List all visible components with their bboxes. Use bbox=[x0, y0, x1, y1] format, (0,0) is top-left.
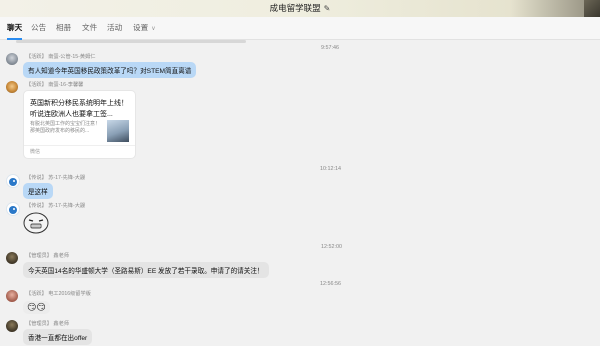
tab-bar: 聊天 公告 相册 文件 活动 设置 ∨ bbox=[0, 17, 600, 40]
bird-avatar-icon bbox=[9, 178, 17, 186]
message-bubble[interactable]: 香港一直都在出offer bbox=[23, 329, 93, 345]
bird-avatar-icon bbox=[9, 206, 17, 214]
avatar[interactable] bbox=[6, 290, 18, 302]
avatar[interactable] bbox=[6, 320, 18, 332]
sender-name: 【管理员】 鑫老师 bbox=[26, 253, 69, 259]
tab-label: 活动 bbox=[107, 23, 123, 32]
message-bubble[interactable]: 今天英国14名的华盛顿大学（圣路易斯）EE 发放了若干录取。申请了的请关注！ bbox=[23, 262, 269, 278]
avatar[interactable] bbox=[6, 81, 18, 93]
tab-label: 聊天 bbox=[7, 23, 23, 32]
tab-label: 设置 bbox=[133, 23, 149, 32]
tab-album[interactable]: 相册 bbox=[56, 22, 71, 38]
timestamp: 12:56:56 bbox=[320, 281, 341, 287]
emoji-message[interactable]: 😏😏 bbox=[23, 301, 50, 314]
avatar[interactable] bbox=[6, 252, 18, 264]
group-name: 成电留学联盟 bbox=[269, 3, 321, 13]
window-title[interactable]: 成电留学联盟 ✎ bbox=[0, 2, 600, 14]
tab-label: 相册 bbox=[56, 23, 72, 32]
tab-label: 文件 bbox=[82, 23, 98, 32]
card-thumbnail bbox=[107, 120, 129, 142]
card-source: 微信 bbox=[30, 149, 41, 155]
sender-name: 【传说】 苏-17-先锋-大鼹 bbox=[26, 203, 86, 209]
sender-name: 【管理员】 鑫老师 bbox=[26, 321, 69, 327]
sender-name: 【活跃】 南蛋-16-李馨馨 bbox=[26, 82, 84, 88]
tab-activities[interactable]: 活动 bbox=[107, 22, 122, 38]
message-bubble[interactable]: 是这样 bbox=[23, 183, 53, 199]
sender-name: 【活跃】 电工2016级留学版 bbox=[26, 291, 91, 297]
message-bubble[interactable]: 有人知道今年英国移民政策改革了吗？对STEM简直离谱 bbox=[23, 62, 197, 78]
tab-settings[interactable]: 设置 ∨ bbox=[133, 22, 156, 38]
chevron-down-icon: ∨ bbox=[151, 26, 156, 32]
edit-icon[interactable]: ✎ bbox=[324, 4, 331, 13]
timestamp: 9:57:46 bbox=[321, 45, 339, 51]
tab-files[interactable]: 文件 bbox=[82, 22, 97, 38]
card-description: 有脱北英国工作的宝宝们注意！那英国政府发布的移民的... bbox=[30, 121, 101, 134]
divider bbox=[24, 145, 135, 146]
previous-message-edge bbox=[16, 40, 246, 43]
face-sticker-icon[interactable] bbox=[22, 211, 50, 235]
timestamp: 10:12:14 bbox=[320, 166, 341, 172]
sender-name: 【传说】 苏-17-先锋-大鼹 bbox=[26, 175, 86, 181]
avatar[interactable] bbox=[6, 53, 18, 65]
card-title: 英国新积分移民系统明年上线！听说连欧洲人也要拿工签... bbox=[30, 100, 128, 118]
user-avatar[interactable] bbox=[584, 0, 600, 17]
sender-name: 【活跃】 南蛋-公管-15-黄姆仁 bbox=[26, 54, 96, 60]
message-list[interactable]: 9:57:46 【活跃】 南蛋-公管-15-黄姆仁 有人知道今年英国移民政策改革… bbox=[0, 40, 600, 346]
tab-announcements[interactable]: 公告 bbox=[31, 22, 46, 38]
link-card[interactable]: 英国新积分移民系统明年上线！听说连欧洲人也要拿工签... 有脱北英国工作的宝宝们… bbox=[23, 90, 136, 159]
tab-chat[interactable]: 聊天 bbox=[7, 22, 23, 40]
timestamp: 12:52:00 bbox=[321, 244, 342, 250]
avatar[interactable] bbox=[6, 174, 20, 188]
avatar[interactable] bbox=[6, 202, 20, 216]
title-bar: 成电留学联盟 ✎ bbox=[0, 0, 600, 17]
tab-label: 公告 bbox=[31, 23, 47, 32]
